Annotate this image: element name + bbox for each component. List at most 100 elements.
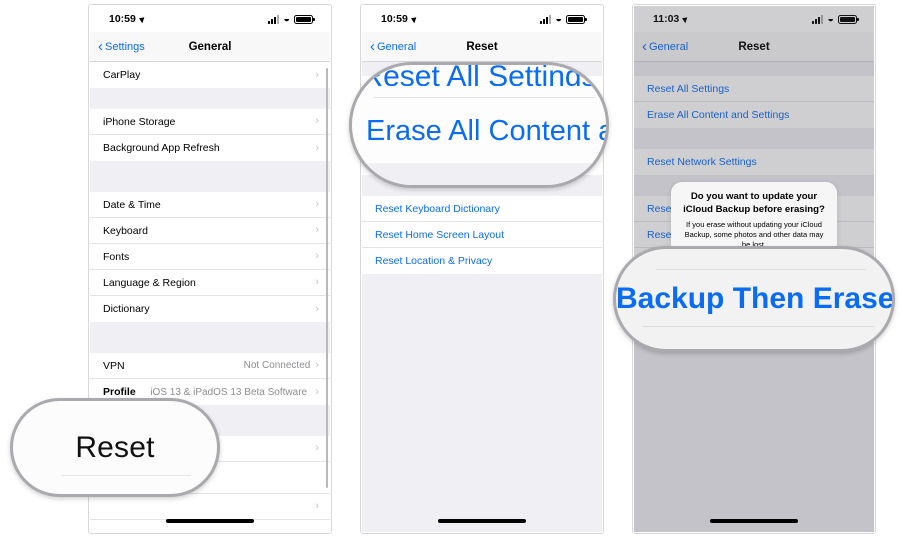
list-gap bbox=[90, 161, 330, 192]
row-label: Fonts bbox=[103, 250, 130, 263]
row-label: VPN bbox=[103, 359, 125, 372]
row-label: Background App Refresh bbox=[103, 142, 220, 154]
row-reset-home-screen-layout[interactable]: Reset Home Screen Layout bbox=[362, 222, 602, 248]
status-right: ◒ bbox=[540, 12, 587, 25]
chevron-right-icon: › bbox=[315, 115, 319, 127]
home-indicator bbox=[166, 519, 254, 523]
list-gap bbox=[634, 128, 874, 149]
row-iphone-storage[interactable]: iPhone Storage › bbox=[90, 109, 330, 135]
row-keyboard[interactable]: Keyboard › bbox=[90, 218, 330, 244]
back-button-label: General bbox=[649, 40, 689, 53]
status-time: 10:59 bbox=[109, 13, 136, 25]
list-gap bbox=[634, 62, 874, 76]
home-indicator bbox=[438, 519, 526, 523]
row-reset-keyboard-dictionary[interactable]: Reset Keyboard Dictionary bbox=[362, 196, 602, 222]
callout-separator bbox=[61, 475, 191, 476]
battery-full-icon bbox=[294, 14, 315, 24]
row-label: CarPlay bbox=[103, 69, 141, 81]
callout-separator-top bbox=[656, 269, 866, 270]
chevron-left-icon: ‹ bbox=[98, 37, 103, 55]
phone2-nav-bar: ‹ General Reset bbox=[362, 32, 602, 62]
location-arrow-icon bbox=[410, 14, 418, 24]
home-indicator bbox=[710, 519, 798, 523]
chevron-right-icon: › bbox=[315, 198, 319, 210]
status-left: 10:59 bbox=[381, 13, 418, 25]
wifi-icon: ◒ bbox=[827, 12, 834, 25]
phone1-nav-bar: ‹ Settings General bbox=[90, 32, 330, 62]
status-right: ◒ bbox=[812, 12, 859, 25]
callout-reset-label: Reset bbox=[75, 430, 155, 464]
battery-full-icon bbox=[838, 14, 859, 24]
row-label: Date & Time bbox=[103, 198, 161, 211]
wifi-icon: ◒ bbox=[555, 12, 562, 25]
row-label: iPhone Storage bbox=[103, 115, 176, 128]
status-time: 11:03 bbox=[653, 13, 680, 25]
row-language-region[interactable]: Language & Region › bbox=[90, 270, 330, 296]
callout-backup-label: Backup Then Erase bbox=[616, 282, 895, 315]
list-group-locale: Date & Time › Keyboard › Fonts › Languag… bbox=[90, 192, 330, 322]
alert-title: Do you want to update your iCloud Backup… bbox=[683, 191, 825, 215]
vertical-scrollbar[interactable] bbox=[326, 68, 328, 488]
callout-top-label: Reset All Settings bbox=[361, 62, 597, 86]
cellular-bars-icon bbox=[812, 14, 824, 24]
row-vpn[interactable]: VPN Not Connected › bbox=[90, 353, 330, 379]
row-reset[interactable]: › bbox=[90, 494, 330, 520]
row-reset-all-settings[interactable]: Reset All Settings bbox=[634, 76, 874, 102]
back-button-settings[interactable]: ‹ Settings bbox=[98, 37, 145, 55]
row-label: Dictionary bbox=[103, 303, 150, 315]
row-label: Erase All Content and Settings bbox=[647, 109, 790, 121]
callout-erase-label: Erase All Content an bbox=[366, 115, 609, 147]
chevron-left-icon: ‹ bbox=[370, 37, 375, 55]
list-group-storage: iPhone Storage › Background App Refresh … bbox=[90, 109, 330, 161]
row-dictionary[interactable]: Dictionary › bbox=[90, 296, 330, 322]
battery-full-icon bbox=[566, 14, 587, 24]
list-gap bbox=[90, 322, 330, 353]
row-label: Reset Location & Privacy bbox=[375, 255, 493, 267]
back-button-general[interactable]: ‹ General bbox=[370, 37, 417, 55]
back-button-label: General bbox=[377, 40, 417, 53]
chevron-right-icon: › bbox=[315, 359, 319, 371]
row-fonts[interactable]: Fonts › bbox=[90, 244, 330, 270]
callout-inner: Backup Then Erase Erase Now bbox=[616, 249, 892, 349]
callout-reset: Reset bbox=[10, 398, 220, 497]
list-group-carplay: CarPlay › bbox=[90, 62, 330, 88]
status-left: 10:59 bbox=[109, 13, 146, 25]
location-arrow-icon bbox=[138, 14, 146, 24]
row-reset-network-settings[interactable]: Reset Network Settings bbox=[634, 149, 874, 175]
callout-separator-top bbox=[374, 97, 596, 98]
status-time: 10:59 bbox=[381, 13, 408, 25]
list-gap bbox=[90, 88, 330, 109]
wifi-icon: ◒ bbox=[283, 12, 290, 25]
callout-inner: Reset bbox=[13, 401, 217, 494]
row-erase-all-content[interactable]: Erase All Content and Settings bbox=[634, 102, 874, 128]
row-label: Reset All Settings bbox=[647, 82, 730, 95]
phone2-status-bar: 10:59 ◒ bbox=[362, 6, 602, 32]
screenshot-stage: 10:59 ◒ ‹ Settings General CarPlay › iPh… bbox=[0, 0, 900, 538]
chevron-right-icon: › bbox=[315, 442, 319, 454]
list-group-reset-misc: Reset Keyboard Dictionary Reset Home Scr… bbox=[362, 196, 602, 274]
chevron-right-icon: › bbox=[315, 68, 319, 81]
callout-separator-bottom bbox=[642, 326, 874, 327]
callout-erase-all-content: Reset All Settings Erase All Content an bbox=[349, 62, 609, 188]
chevron-right-icon: › bbox=[315, 385, 319, 398]
chevron-right-icon: › bbox=[315, 500, 319, 512]
cellular-bars-icon bbox=[540, 14, 552, 24]
row-background-app-refresh[interactable]: Background App Refresh › bbox=[90, 135, 330, 161]
row-label: Profile bbox=[103, 386, 136, 398]
chevron-right-icon: › bbox=[315, 250, 319, 262]
chevron-right-icon: › bbox=[315, 141, 319, 154]
row-carplay[interactable]: CarPlay › bbox=[90, 62, 330, 88]
row-date-time[interactable]: Date & Time › bbox=[90, 192, 330, 218]
back-button-general[interactable]: ‹ General bbox=[642, 37, 689, 55]
phone3-nav-bar: ‹ General Reset bbox=[634, 32, 874, 62]
row-reset-location-privacy[interactable]: Reset Location & Privacy bbox=[362, 248, 602, 274]
list-group-reset-network: Reset Network Settings bbox=[634, 149, 874, 175]
cellular-bars-icon bbox=[268, 14, 280, 24]
phone1-status-bar: 10:59 ◒ bbox=[90, 6, 330, 32]
chevron-left-icon: ‹ bbox=[642, 37, 647, 55]
back-button-label: Settings bbox=[105, 40, 145, 53]
phone3-status-bar: 11:03 ◒ bbox=[634, 6, 874, 32]
chevron-right-icon: › bbox=[315, 224, 319, 236]
row-label: Reset Network Settings bbox=[647, 156, 757, 168]
callout-backup-then-erase: Backup Then Erase Erase Now bbox=[613, 246, 895, 352]
